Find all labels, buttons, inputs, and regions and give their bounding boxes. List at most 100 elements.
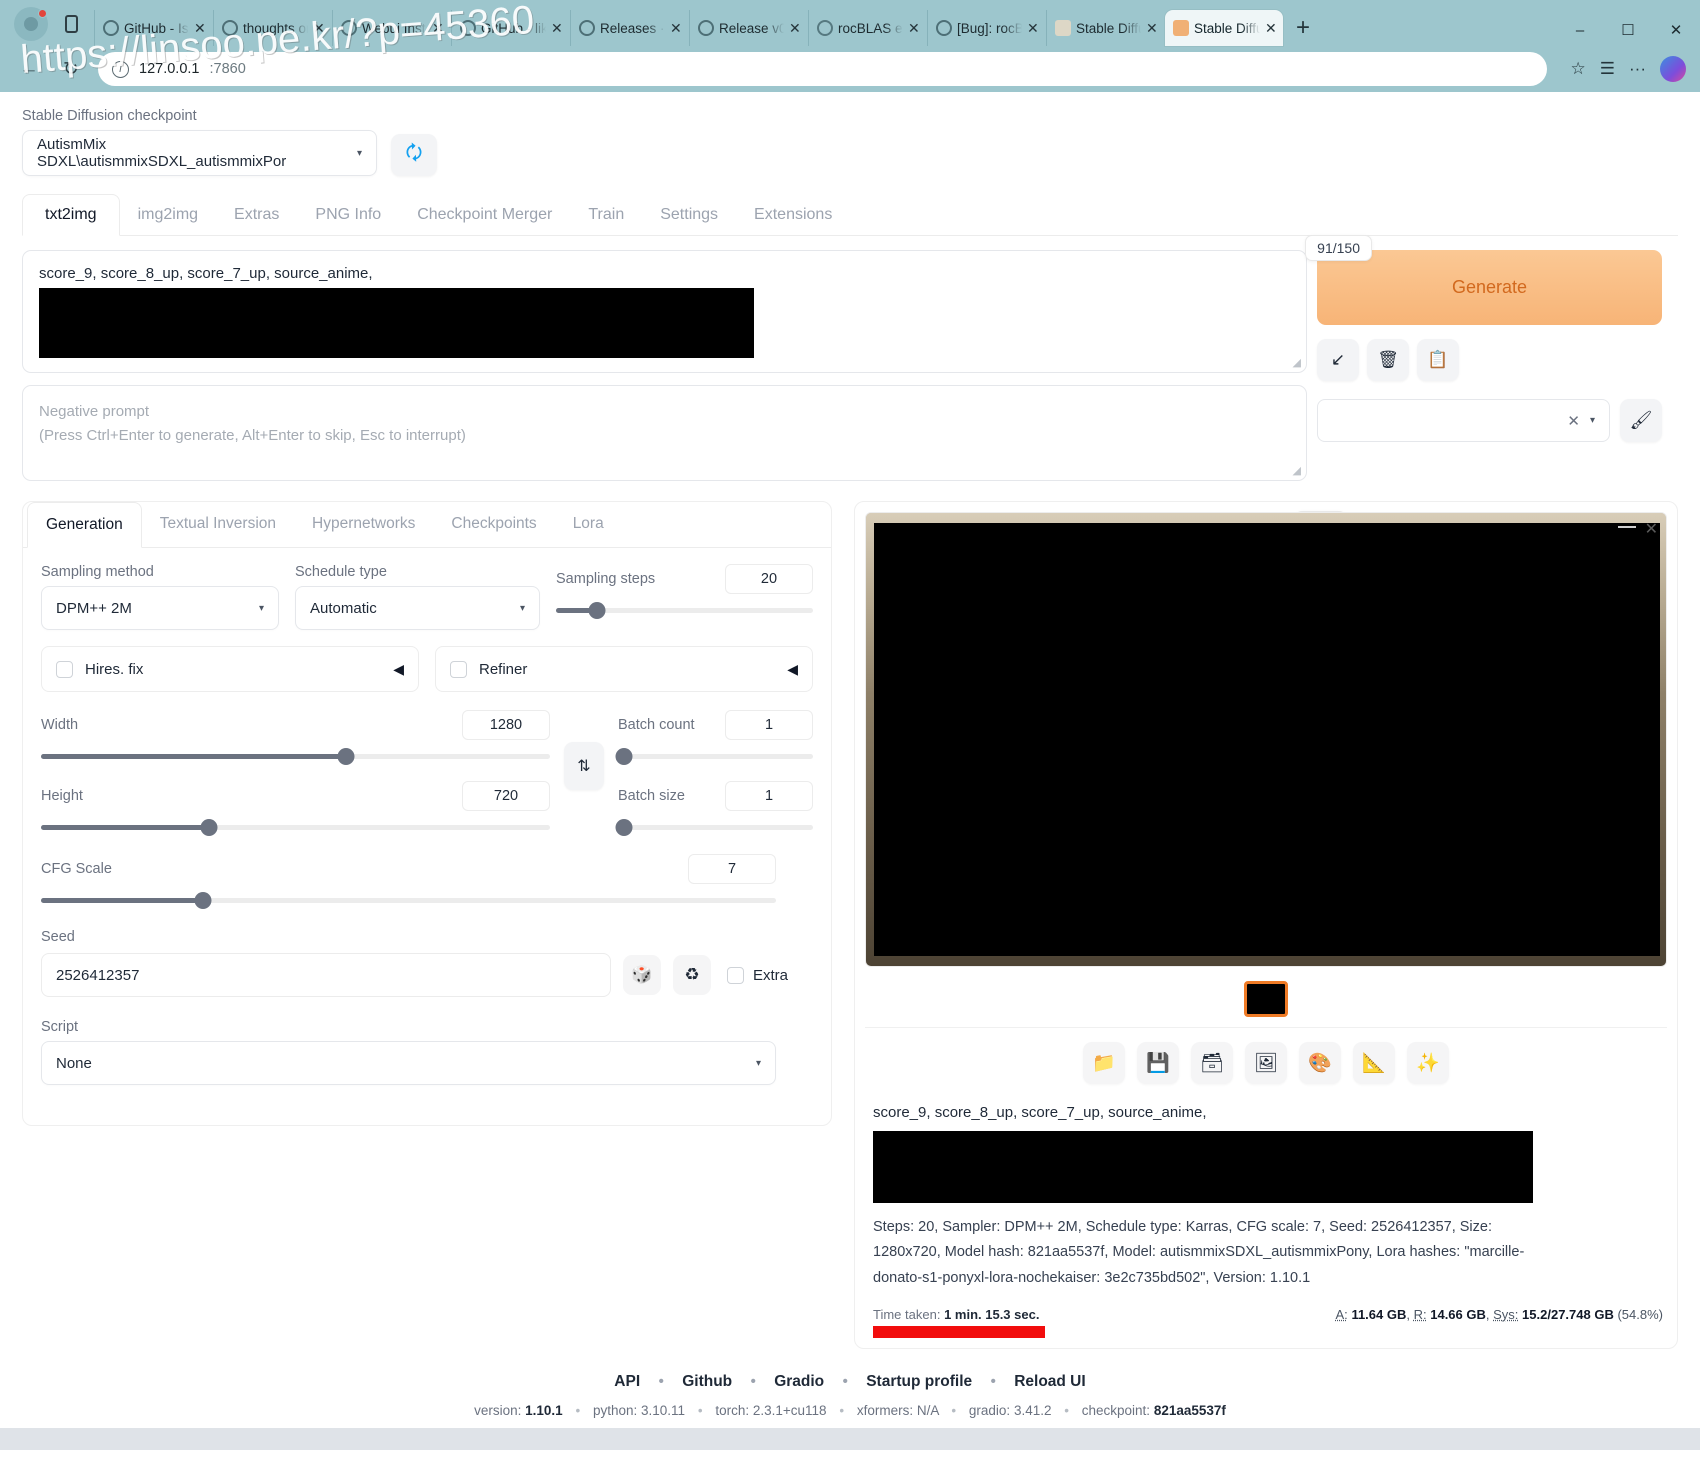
upscale-icon[interactable]: ✨	[1407, 1042, 1449, 1084]
gallery-thumbnail-selected[interactable]	[1244, 981, 1288, 1017]
sampling-steps-slider[interactable]	[556, 601, 813, 619]
result-image-frame[interactable]: ✕	[865, 512, 1667, 967]
send-to-inpaint-icon[interactable]: 🎨	[1299, 1042, 1341, 1084]
collections-button[interactable]	[56, 9, 86, 39]
tab-txt2img[interactable]: txt2img	[22, 194, 120, 236]
batch-size-input[interactable]: 1	[725, 781, 813, 811]
clipboard-icon[interactable]: 📋	[1417, 339, 1459, 381]
batch-count-slider[interactable]	[615, 747, 813, 765]
subtab-generation[interactable]: Generation	[27, 502, 142, 548]
close-window-button[interactable]: ✕	[1652, 14, 1700, 46]
address-bar[interactable]: i 127.0.0.1:7860	[98, 52, 1547, 86]
open-folder-icon[interactable]: 📁	[1083, 1042, 1125, 1084]
tab-img2img[interactable]: img2img	[120, 195, 216, 235]
browser-tab-5[interactable]: Release v0.6 ✕	[689, 10, 807, 46]
slider-knob[interactable]	[615, 818, 633, 836]
width-input[interactable]: 1280	[462, 710, 550, 740]
browser-tab-0[interactable]: GitHub - Isho ✕	[94, 10, 212, 46]
generate-button[interactable]: Generate	[1317, 250, 1662, 325]
negative-prompt-input[interactable]: 0/75 Negative prompt (Press Ctrl+Enter t…	[22, 385, 1346, 537]
extra-checkbox[interactable]	[727, 966, 744, 984]
browser-tab-4[interactable]: Releases · Ish ✕	[570, 10, 688, 46]
resize-grip-icon[interactable]: ◢	[1293, 356, 1301, 369]
trash-icon[interactable]: 🗑	[1367, 339, 1409, 381]
tab-checkpoint-merger[interactable]: Checkpoint Merger	[399, 195, 570, 235]
browser-tab-9-active[interactable]: Stable Diffus ✕	[1165, 10, 1283, 46]
close-icon[interactable]: ✕	[908, 21, 920, 35]
browser-tab-3[interactable]: GitHub - like ✕	[451, 10, 569, 46]
script-select[interactable]: None ▾	[41, 1041, 776, 1085]
close-icon[interactable]: ✕	[789, 21, 801, 35]
random-seed-button[interactable]: 🎲	[623, 955, 661, 995]
sampling-steps-input[interactable]: 20	[725, 564, 813, 594]
close-icon[interactable]: ✕	[1265, 21, 1277, 35]
styles-select[interactable]: ✕ ▾	[1317, 399, 1610, 442]
close-image-icon[interactable]: ✕	[1645, 519, 1658, 539]
copilot-icon[interactable]	[1660, 56, 1686, 82]
reload-icon[interactable]: ↻	[56, 54, 86, 84]
close-icon[interactable]: ✕	[432, 21, 444, 35]
favorite-icon[interactable]: ☆	[1571, 59, 1586, 79]
browser-tab-2[interactable]: Webui Install ✕	[332, 10, 450, 46]
resize-grip-icon[interactable]: ◢	[1293, 464, 1301, 477]
save-zip-icon[interactable]: 🗃	[1191, 1042, 1233, 1084]
send-to-img2img-icon[interactable]: 🖼	[1245, 1042, 1287, 1084]
tab-extras[interactable]: Extras	[216, 195, 297, 235]
tab-extensions[interactable]: Extensions	[736, 195, 850, 235]
tab-png-info[interactable]: PNG Info	[297, 195, 399, 235]
footer-link-api[interactable]: API	[614, 1373, 640, 1390]
close-icon[interactable]: ✕	[313, 21, 325, 35]
checkpoint-select[interactable]: AutismMix SDXL\autismmixSDXL_autismmixPo…	[22, 130, 377, 176]
sampling-method-select[interactable]: DPM++ 2M ▾	[41, 586, 279, 630]
browser-tab-1[interactable]: thoughts on ✕	[213, 10, 331, 46]
height-slider[interactable]	[41, 818, 550, 836]
width-slider[interactable]	[41, 747, 550, 765]
browser-tab-8[interactable]: Stable Diffus ✕	[1046, 10, 1164, 46]
seed-input[interactable]: 2526412357	[41, 953, 611, 997]
footer-link-gradio[interactable]: Gradio	[774, 1373, 824, 1390]
footer-link-reload-ui[interactable]: Reload UI	[1014, 1373, 1085, 1390]
minimize-image-icon[interactable]	[1618, 517, 1636, 531]
batch-size-slider[interactable]	[615, 818, 813, 836]
swap-dimensions-button[interactable]: ⇅	[564, 742, 604, 790]
reuse-seed-button[interactable]: ♻	[673, 955, 711, 995]
footer-link-github[interactable]: Github	[682, 1373, 732, 1390]
chevron-left-icon[interactable]: ◀	[787, 661, 798, 678]
minimize-button[interactable]: –	[1556, 14, 1604, 46]
slider-knob[interactable]	[588, 601, 606, 619]
footer-link-startup-profile[interactable]: Startup profile	[866, 1373, 972, 1390]
browser-tab-7[interactable]: [Bug]: rocBLA ✕	[927, 10, 1045, 46]
tab-train[interactable]: Train	[570, 195, 642, 235]
cfg-scale-input[interactable]: 7	[688, 854, 776, 884]
height-input[interactable]: 720	[462, 781, 550, 811]
chevron-left-icon[interactable]: ◀	[393, 661, 404, 678]
collections-panel-icon[interactable]: ☰	[1600, 59, 1615, 79]
subtab-hypernetworks[interactable]: Hypernetworks	[294, 502, 433, 547]
send-to-extras-icon[interactable]: 📐	[1353, 1042, 1395, 1084]
slider-knob[interactable]	[337, 747, 355, 765]
refiner-checkbox[interactable]	[450, 660, 467, 678]
tab-settings[interactable]: Settings	[642, 195, 736, 235]
clear-styles-icon[interactable]: ✕	[1567, 412, 1580, 430]
slider-knob[interactable]	[194, 891, 212, 909]
schedule-type-select[interactable]: Automatic ▾	[295, 586, 540, 630]
back-icon[interactable]: ←	[14, 54, 44, 84]
new-tab-button[interactable]: +	[1296, 16, 1310, 40]
batch-count-input[interactable]: 1	[725, 710, 813, 740]
interrupt-arrow-icon[interactable]: ↙	[1317, 339, 1359, 381]
prompt-input[interactable]: 91/150 score_9, score_8_up, score_7_up, …	[22, 235, 1372, 373]
close-icon[interactable]: ✕	[1027, 21, 1039, 35]
profile-button[interactable]	[14, 7, 48, 41]
slider-knob[interactable]	[615, 747, 633, 765]
more-options-icon[interactable]: ···	[1629, 59, 1646, 79]
maximize-button[interactable]: ☐	[1604, 14, 1652, 46]
subtab-lora[interactable]: Lora	[555, 502, 622, 547]
site-info-icon[interactable]: i	[112, 60, 129, 78]
close-icon[interactable]: ✕	[1146, 21, 1158, 35]
save-icon[interactable]: 💾	[1137, 1042, 1179, 1084]
hires-fix-checkbox[interactable]	[56, 660, 73, 678]
browser-tab-6[interactable]: rocBLAS erro ✕	[808, 10, 926, 46]
slider-knob[interactable]	[200, 818, 218, 836]
subtab-checkpoints[interactable]: Checkpoints	[433, 502, 554, 547]
close-icon[interactable]: ✕	[670, 21, 682, 35]
